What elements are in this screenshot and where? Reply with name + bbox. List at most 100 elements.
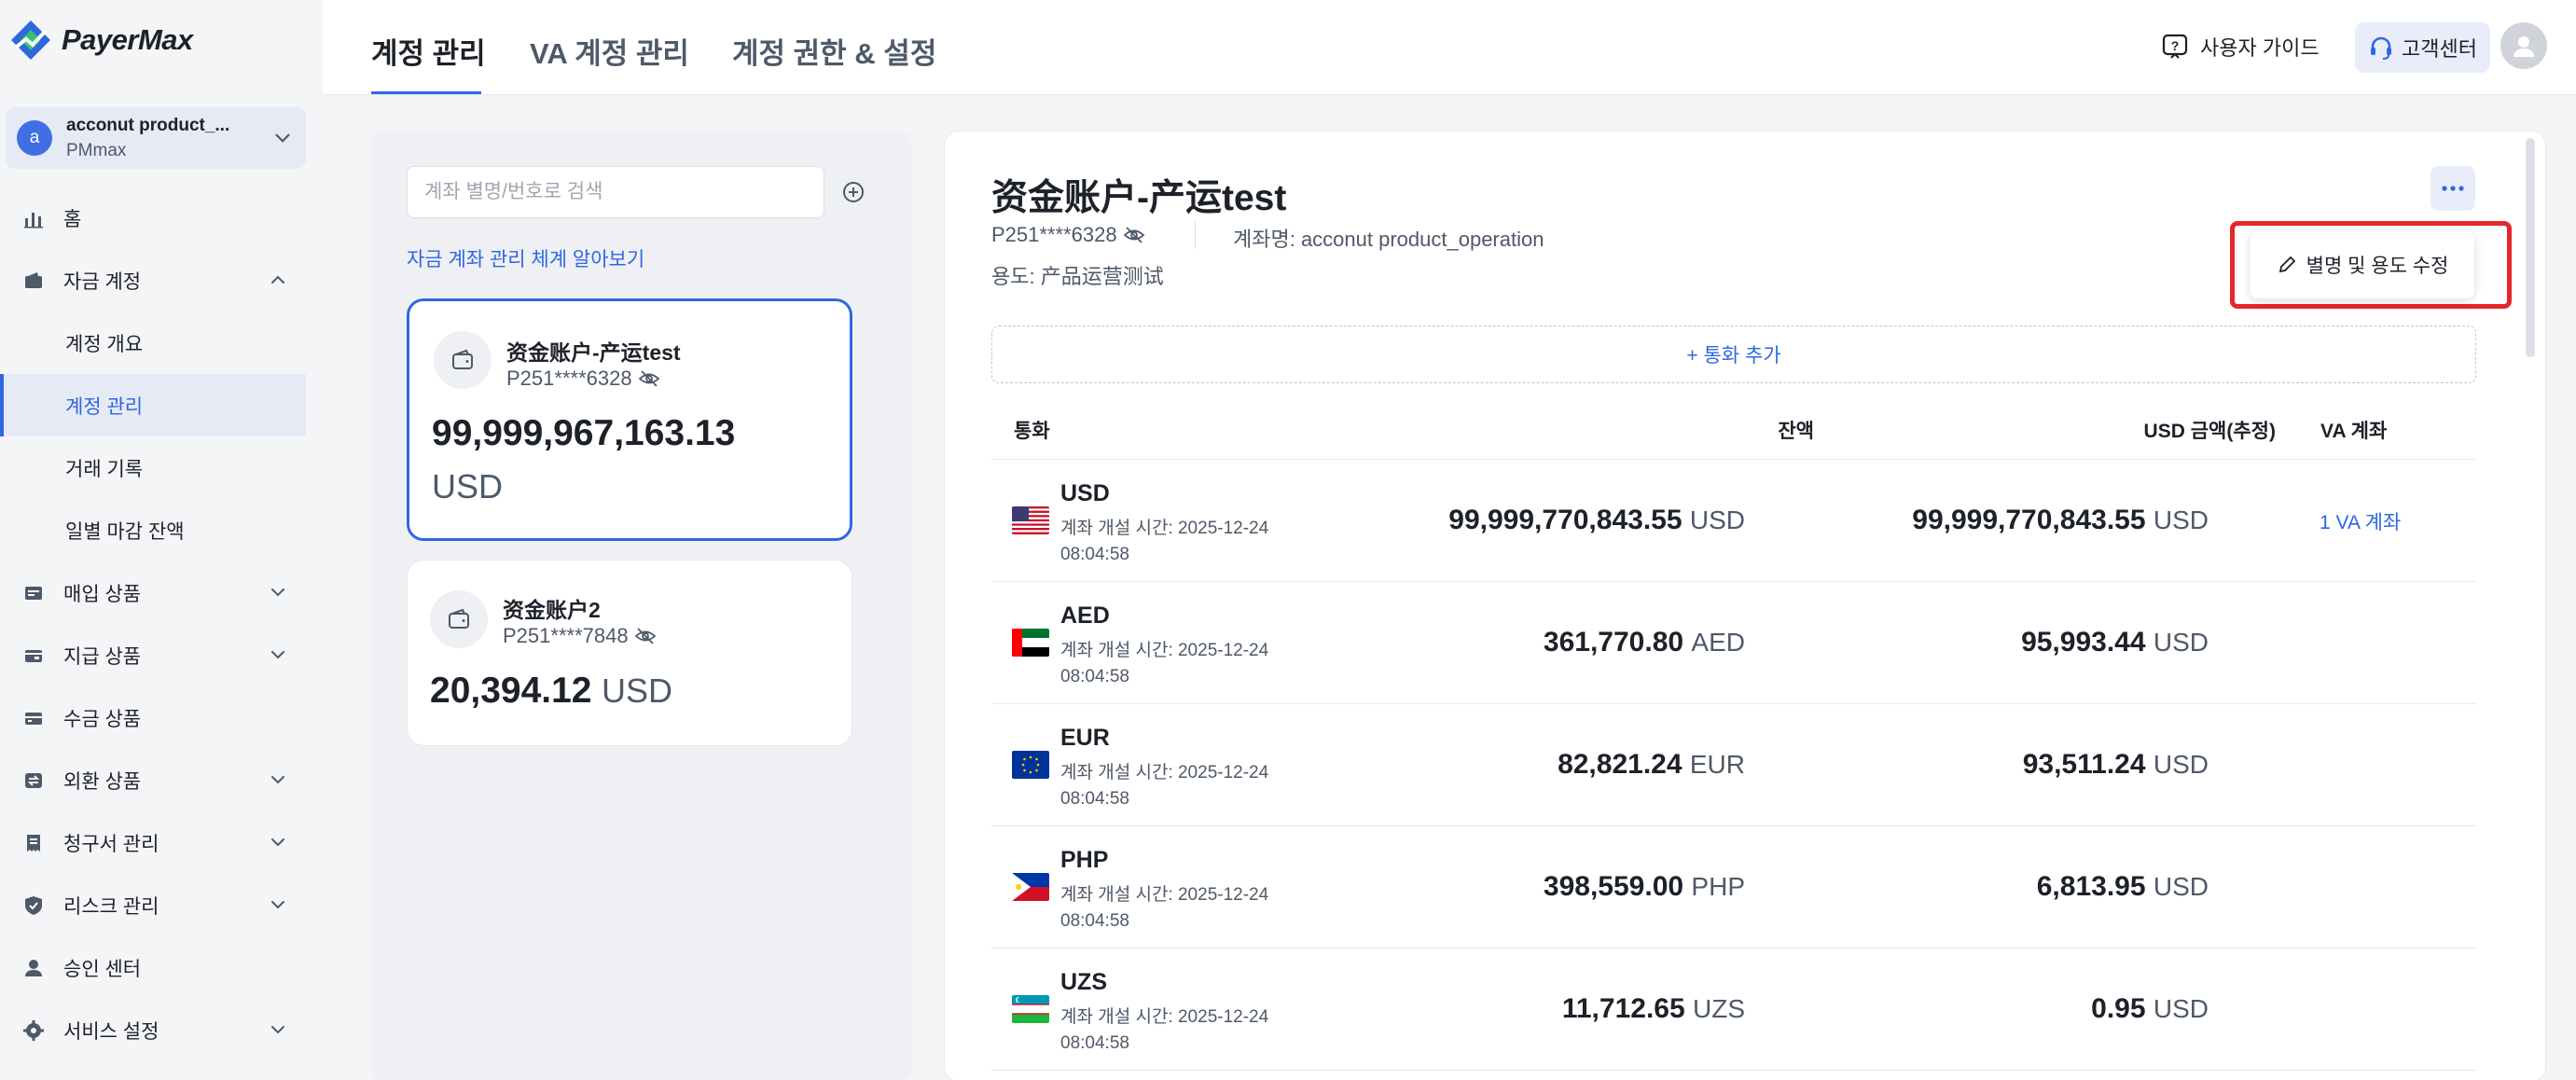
svg-text:?: ? — [2171, 38, 2180, 53]
sidebar-item-fx[interactable]: 외환 상품 — [0, 749, 323, 811]
va-account-link[interactable]: 1 VA 계좌 — [2320, 507, 2401, 535]
account-card-name: 资金账户-产运test — [506, 340, 681, 365]
eye-off-icon[interactable] — [634, 625, 657, 647]
add-currency-button[interactable]: + 통화 추가 — [991, 325, 2476, 383]
usd-unit: USD — [2153, 750, 2209, 779]
usd-amount: 0.95 USD — [2091, 993, 2209, 1025]
uae-flag-icon — [1012, 629, 1049, 657]
balance-unit: USD — [1689, 505, 1745, 534]
tab-va-account-management[interactable]: VA 계정 관리 — [530, 30, 689, 72]
avatar: a — [17, 120, 52, 156]
edit-alias-purpose-button[interactable]: 별명 및 용도 수정 — [2251, 231, 2474, 298]
sidebar-item-payout[interactable]: 지급 상품 — [0, 624, 323, 686]
sidebar-item-service-settings[interactable]: 서비스 설정 — [0, 999, 323, 1061]
bar-chart-icon — [22, 207, 45, 229]
account-title: 资金账户-产运test — [991, 178, 1287, 218]
learn-fund-account-link[interactable]: 자금 계좌 관리 체계 알아보기 — [407, 244, 644, 272]
usd-unit: USD — [2153, 628, 2209, 657]
more-options-button[interactable] — [2431, 166, 2475, 211]
active-tab-indicator — [371, 91, 481, 94]
usd-amount: 6,813.95 USD — [2037, 871, 2209, 903]
table-row[interactable]: AED 계좌 개설 시간: 2025-12-24 08:04:58 361,77… — [991, 582, 2476, 704]
tab-account-management[interactable]: 계정 관리 — [371, 30, 486, 72]
account-card-name: 资金账户2 — [503, 598, 601, 622]
usd-value: 93,511.24 — [2022, 749, 2146, 780]
eye-off-icon[interactable] — [638, 367, 660, 390]
sidebar-item-label: 외환 상품 — [63, 770, 142, 793]
account-card-balance: 20,394.12 — [430, 671, 592, 711]
chevron-down-icon — [271, 1026, 284, 1034]
balance-value: 398,559.00 — [1543, 871, 1684, 902]
account-sub: PMmax — [66, 140, 127, 160]
account-card-selected[interactable]: 资金账户-产运test P251****6328 99,999,967,163.… — [407, 298, 852, 541]
account-number-text: P251****6328 — [506, 367, 632, 390]
card-icon — [22, 582, 45, 604]
sidebar-item-risk[interactable]: 리스크 관리 — [0, 874, 323, 936]
collection-icon — [22, 707, 45, 729]
balance-unit: UZS — [1693, 994, 1745, 1023]
chevron-down-icon — [271, 588, 284, 597]
usd-value: 99,999,770,843.55 — [1912, 505, 2146, 535]
gear-icon — [22, 1019, 45, 1042]
usd-value: 95,993.44 — [2021, 627, 2146, 658]
customer-center-button[interactable]: 고객센터 — [2355, 22, 2490, 73]
eye-off-icon[interactable] — [1123, 224, 1145, 246]
account-number-text: P251****7848 — [503, 624, 629, 647]
sidebar-item-acquiring[interactable]: 매입 상품 — [0, 561, 323, 624]
eu-flag-icon — [1012, 751, 1049, 779]
account-card-number: P251****6328 — [506, 367, 660, 391]
account-switcher[interactable]: a acconut product_... PMmax — [6, 107, 306, 169]
usd-unit: USD — [2153, 994, 2209, 1023]
sidebar-item-label: 서비스 설정 — [63, 1020, 159, 1043]
tab-account-permissions[interactable]: 계정 권한 & 설정 — [732, 30, 936, 72]
sidebar-item-fund-account[interactable]: 자금 계정 — [0, 249, 323, 312]
sidebar-item-label: 청구서 관리 — [63, 833, 159, 855]
table-row[interactable]: UZS 계좌 개설 시간: 2025-12-24 08:04:58 11,712… — [991, 948, 2476, 1071]
add-account-icon[interactable] — [840, 179, 866, 205]
account-card[interactable]: 资金账户2 P251****7848 20,394.12 USD — [407, 560, 852, 746]
sidebar-item-label: 매입 상품 — [63, 583, 142, 605]
sidebar-item-home[interactable]: 홈 — [0, 187, 323, 249]
payout-icon — [22, 644, 45, 667]
user-icon — [2514, 36, 2534, 57]
usd-unit: USD — [2153, 872, 2209, 901]
balance-amount: 99,999,770,843.55 USD — [1448, 505, 1745, 536]
balance-unit: EUR — [1689, 750, 1745, 779]
sidebar-item-transactions[interactable]: 거래 기록 — [0, 436, 323, 499]
sidebar-item-invoice[interactable]: 청구서 관리 — [0, 811, 323, 874]
chevron-up-icon — [271, 275, 284, 284]
account-owner: 계좌명: acconut product_operation — [1233, 228, 1544, 251]
user-guide-link[interactable]: ? 사용자 가이드 — [2161, 32, 2320, 62]
account-card-balance-line: 20,394.12 USD — [430, 671, 672, 712]
table-row[interactable]: USD 계좌 개설 시간: 2025-12-24 08:04:58 99,999… — [991, 460, 2476, 582]
chevron-down-icon — [271, 776, 284, 784]
scrollbar[interactable] — [2526, 138, 2535, 357]
currency-code: USD — [1060, 480, 1110, 506]
column-header-currency: 통화 — [1014, 421, 1050, 442]
payermax-logo[interactable]: PayerMax — [9, 17, 193, 63]
sidebar-item-label: 리스크 관리 — [63, 895, 159, 918]
exchange-icon — [22, 769, 45, 792]
account-detail-panel: 资金账户-产运test P251****6328 계좌명: acconut pr… — [944, 131, 2546, 1080]
user-avatar[interactable] — [2500, 22, 2547, 69]
sidebar-item-approval[interactable]: 승인 센터 — [0, 936, 323, 999]
sidebar-item-account-overview[interactable]: 계정 개요 — [0, 312, 323, 374]
sidebar-item-daily-balance[interactable]: 일별 마감 잔액 — [0, 499, 323, 561]
help-icon: ? — [2162, 34, 2188, 59]
edit-button-label: 별명 및 용도 수정 — [2306, 256, 2449, 277]
sidebar-item-account-management[interactable]: 계정 관리 — [0, 374, 306, 436]
column-header-usd-amount: USD 금액(추정) — [2143, 421, 2276, 442]
table-row[interactable]: EUR 계좌 개설 시간: 2025-12-24 08:04:58 82,821… — [991, 704, 2476, 826]
account-purpose: 용도: 产品运营测试 — [991, 265, 1164, 288]
account-search-input[interactable] — [407, 166, 824, 218]
balance-amount: 82,821.24 EUR — [1558, 749, 1745, 781]
usd-value: 6,813.95 — [2036, 871, 2146, 902]
balance-amount: 398,559.00 PHP — [1544, 871, 1745, 903]
top-header: 계정 관리 VA 계정 관리 계정 권한 & 설정 ? 사용자 가이드 고객센터 — [323, 0, 2576, 95]
customer-center-label: 고객센터 — [2402, 37, 2477, 61]
divider — [1195, 221, 1196, 249]
balance-value: 361,770.80 — [1543, 627, 1684, 658]
chevron-down-icon — [271, 838, 284, 847]
sidebar-item-collection[interactable]: 수금 상품 — [0, 686, 323, 749]
table-row[interactable]: PHP 계좌 개설 시간: 2025-12-24 08:04:58 398,55… — [991, 826, 2476, 948]
